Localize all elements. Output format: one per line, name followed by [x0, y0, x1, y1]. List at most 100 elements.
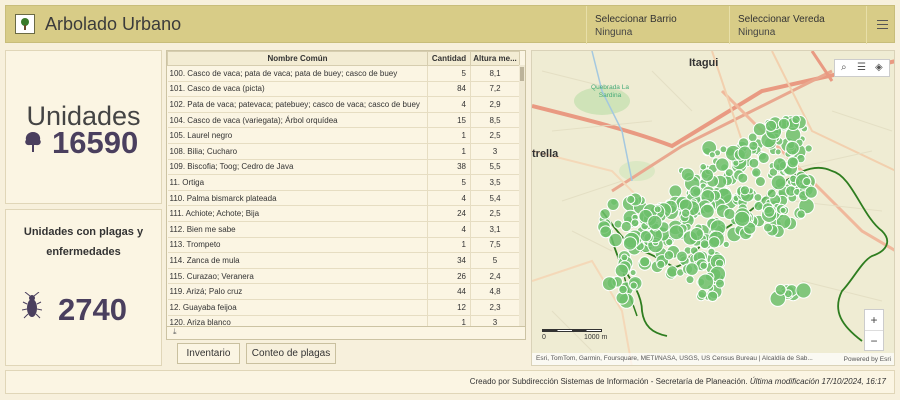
tree-point-marker[interactable] [618, 284, 628, 295]
tree-point-marker[interactable] [639, 230, 653, 243]
tree-point-marker[interactable] [774, 148, 782, 156]
tree-point-marker[interactable] [737, 172, 749, 184]
tree-point-marker[interactable] [804, 144, 813, 153]
tree-point-marker[interactable] [734, 210, 751, 227]
tree-point-marker[interactable] [653, 205, 662, 214]
tree-point-marker[interactable] [802, 177, 812, 187]
tree-point-marker[interactable] [685, 262, 699, 276]
tree-point-marker[interactable] [614, 263, 629, 278]
table-row[interactable]: 105. Laurel negro 1 2,5 [167, 127, 520, 144]
tree-point-marker[interactable] [668, 224, 685, 241]
table-row[interactable]: 11. Ortiga 5 3,5 [167, 174, 520, 191]
tree-point-marker[interactable] [719, 145, 728, 154]
tree-point-marker[interactable] [622, 236, 638, 251]
column-header-altura[interactable]: Altura me... [470, 51, 520, 66]
tree-point-marker[interactable] [601, 276, 617, 292]
tree-point-marker[interactable] [748, 157, 760, 169]
tree-point-marker[interactable] [606, 198, 620, 211]
tree-point-marker[interactable] [757, 152, 770, 164]
tree-point-marker[interactable] [708, 151, 716, 159]
tree-point-marker[interactable] [763, 222, 773, 233]
tab-conteo-plagas[interactable]: Conteo de plagas [246, 343, 336, 364]
tree-point-marker[interactable] [766, 188, 777, 199]
hamburger-menu-icon[interactable] [866, 6, 896, 44]
tree-point-marker[interactable] [630, 218, 640, 228]
tree-point-marker[interactable] [668, 184, 683, 199]
tree-point-marker[interactable] [763, 205, 776, 218]
table-row[interactable]: 120. Ariza blanco 1 3 [167, 315, 520, 326]
tree-point-marker[interactable] [770, 174, 787, 191]
tree-point-marker[interactable] [685, 275, 695, 285]
table-row[interactable]: 102. Pata de vaca; patevaca; patebuey; c… [167, 96, 520, 113]
tree-point-marker[interactable] [796, 209, 806, 219]
table-row[interactable]: 104. Casco de vaca (variegata); Árbol or… [167, 112, 520, 129]
table-row[interactable]: 110. Palma bismarck plateada 4 5,4 [167, 190, 520, 207]
tree-point-marker[interactable] [699, 203, 715, 219]
tree-point-marker[interactable] [752, 122, 767, 137]
tree-point-marker[interactable] [639, 256, 651, 268]
tree-point-marker[interactable] [700, 168, 715, 182]
table-row[interactable]: 108. Bilia; Cucharo 1 3 [167, 143, 520, 160]
table-row[interactable]: 12. Guayaba feijoa 12 2,3 [167, 299, 520, 316]
tree-point-marker[interactable] [676, 250, 688, 263]
powered-by-esri[interactable]: Powered by Esri [844, 356, 891, 363]
table-row[interactable]: 101. Casco de vaca (picta) 84 7,2 [167, 81, 520, 98]
species-table[interactable]: Nombre Común Cantidad Altura me... 100. … [166, 50, 526, 327]
tree-point-marker[interactable] [795, 282, 812, 299]
table-row[interactable]: 111. Achiote; Achote; Bija 24 2,5 [167, 205, 520, 222]
table-row[interactable]: 114. Zanca de mula 34 5 [167, 252, 520, 269]
tree-point-marker[interactable] [689, 185, 702, 198]
tree-point-marker[interactable] [748, 140, 759, 151]
zoom-in-button[interactable]: + [865, 310, 883, 330]
map-search-icon[interactable]: ⌕ [841, 62, 847, 73]
table-row[interactable]: 112. Bien me sabe 4 3,1 [167, 221, 520, 238]
tree-point-marker[interactable] [772, 157, 787, 172]
tree-point-marker[interactable] [732, 159, 740, 167]
tree-point-marker[interactable] [629, 269, 637, 277]
tree-point-marker[interactable] [779, 206, 787, 214]
tree-point-marker[interactable] [708, 236, 721, 249]
zoom-out-button[interactable]: − [865, 330, 883, 350]
tree-point-marker[interactable] [764, 119, 778, 133]
tree-point-marker[interactable] [804, 185, 818, 199]
tree-point-marker[interactable] [626, 194, 636, 205]
tree-point-marker[interactable] [599, 208, 611, 220]
tree-point-marker[interactable] [699, 239, 710, 250]
tree-point-marker[interactable] [706, 290, 719, 303]
tree-point-marker[interactable] [715, 278, 725, 289]
tree-point-marker[interactable] [697, 273, 715, 291]
column-header-cantidad[interactable]: Cantidad [427, 51, 471, 66]
column-header-nombre[interactable]: Nombre Común [167, 51, 428, 66]
tree-point-marker[interactable] [656, 259, 666, 269]
scrollbar-thumb[interactable] [520, 67, 524, 81]
tree-point-marker[interactable] [785, 140, 800, 156]
tree-point-marker[interactable] [620, 220, 632, 233]
tree-point-marker[interactable] [699, 261, 708, 270]
tree-point-marker[interactable] [715, 157, 730, 172]
tree-point-marker[interactable] [791, 114, 801, 125]
tab-inventario[interactable]: Inventario [177, 343, 240, 364]
tree-point-marker[interactable] [723, 207, 736, 221]
table-row[interactable]: 115. Curazao; Veranera 26 2,4 [167, 268, 520, 285]
tree-point-marker[interactable] [751, 167, 762, 178]
tree-point-marker[interactable] [707, 247, 716, 256]
tree-point-marker[interactable] [647, 214, 663, 230]
tree-point-marker[interactable] [680, 167, 695, 182]
tree-point-marker[interactable] [663, 250, 675, 261]
select-barrio[interactable]: Seleccionar Barrio Ninguna [586, 6, 729, 44]
table-row[interactable]: 119. Arizá; Palo cruz 44 4,8 [167, 283, 520, 300]
tree-point-marker[interactable] [689, 227, 704, 242]
map-layers-icon[interactable]: ◈ [875, 62, 883, 73]
tree-point-marker[interactable] [629, 281, 638, 290]
tree-point-marker[interactable] [786, 156, 799, 169]
tree-point-marker[interactable] [753, 201, 764, 212]
download-icon[interactable]: ⤓ [173, 327, 177, 336]
table-scrollbar[interactable] [519, 65, 525, 326]
map-legend-icon[interactable]: ☰ [857, 62, 866, 73]
tree-point-marker[interactable] [777, 117, 790, 130]
select-vereda[interactable]: Seleccionar Vereda Ninguna [729, 6, 866, 44]
tree-point-marker[interactable] [739, 185, 750, 196]
table-row[interactable]: 100. Casco de vaca; pata de vaca; pata d… [167, 65, 520, 82]
tree-point-marker[interactable] [608, 232, 623, 248]
table-row[interactable]: 113. Trompeto 1 7,5 [167, 237, 520, 254]
